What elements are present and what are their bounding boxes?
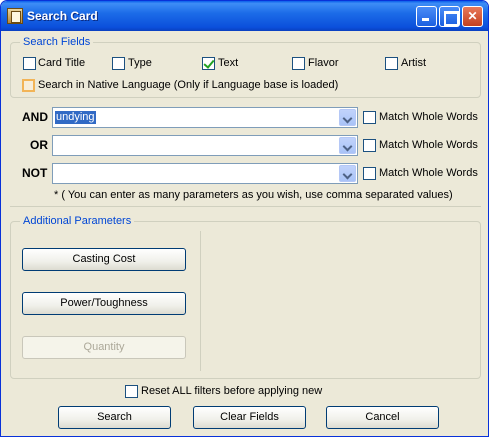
close-button[interactable]: ✕ — [462, 6, 483, 27]
divider — [10, 206, 481, 207]
minimize-button[interactable] — [416, 6, 437, 27]
flavor-checkbox[interactable] — [292, 57, 305, 70]
type-label: Type — [128, 57, 152, 69]
clear-fields-button[interactable]: Clear Fields — [193, 406, 306, 429]
not-match-whole-words-checkbox[interactable] — [363, 167, 376, 180]
quantity-button: Quantity — [22, 336, 186, 359]
and-match-whole-words-label: Match Whole Words — [379, 111, 478, 123]
not-dropdown-button[interactable] — [339, 165, 356, 182]
casting-cost-button[interactable]: Casting Cost — [22, 248, 186, 271]
or-match-whole-words-checkbox[interactable] — [363, 139, 376, 152]
additional-parameters-title: Additional Parameters — [20, 215, 135, 227]
not-match-whole-words-label: Match Whole Words — [379, 167, 478, 179]
and-value[interactable]: undying — [55, 111, 96, 124]
or-combo[interactable] — [52, 135, 358, 156]
search-button[interactable]: Search — [58, 406, 171, 429]
reset-filters-label: Reset ALL filters before applying new — [141, 385, 323, 397]
native-language-label: Search in Native Language (Only if Langu… — [38, 79, 339, 91]
card-title-label: Card Title — [38, 57, 86, 69]
window-title: Search Card — [27, 9, 98, 23]
app-icon — [7, 8, 23, 24]
type-checkbox[interactable] — [112, 57, 125, 70]
and-combo[interactable]: undying — [52, 107, 358, 128]
flavor-label: Flavor — [308, 57, 339, 69]
card-title-checkbox[interactable] — [23, 57, 36, 70]
maximize-button[interactable] — [439, 6, 460, 27]
title-bar[interactable]: Search Card ✕ — [1, 1, 488, 31]
text-checkbox[interactable] — [202, 57, 215, 70]
not-label: NOT — [22, 166, 48, 180]
artist-checkbox[interactable] — [385, 57, 398, 70]
hint-text: * ( You can enter as many parameters as … — [54, 189, 453, 201]
native-language-checkbox[interactable] — [22, 79, 35, 92]
and-match-whole-words-checkbox[interactable] — [363, 111, 376, 124]
and-dropdown-button[interactable] — [339, 109, 356, 126]
or-label: OR — [30, 138, 48, 152]
cancel-button[interactable]: Cancel — [326, 406, 439, 429]
and-label: AND — [22, 110, 48, 124]
artist-label: Artist — [401, 57, 427, 69]
or-dropdown-button[interactable] — [339, 137, 356, 154]
additional-parameters-divider — [200, 231, 201, 371]
reset-filters-checkbox[interactable] — [125, 385, 138, 398]
search-card-window: Search Card ✕ Search Fields Card Title T… — [0, 0, 489, 437]
not-combo[interactable] — [52, 163, 358, 184]
search-fields-title: Search Fields — [20, 36, 94, 48]
power-toughness-button[interactable]: Power/Toughness — [22, 292, 186, 315]
text-label: Text — [218, 57, 239, 69]
or-match-whole-words-label: Match Whole Words — [379, 139, 478, 151]
